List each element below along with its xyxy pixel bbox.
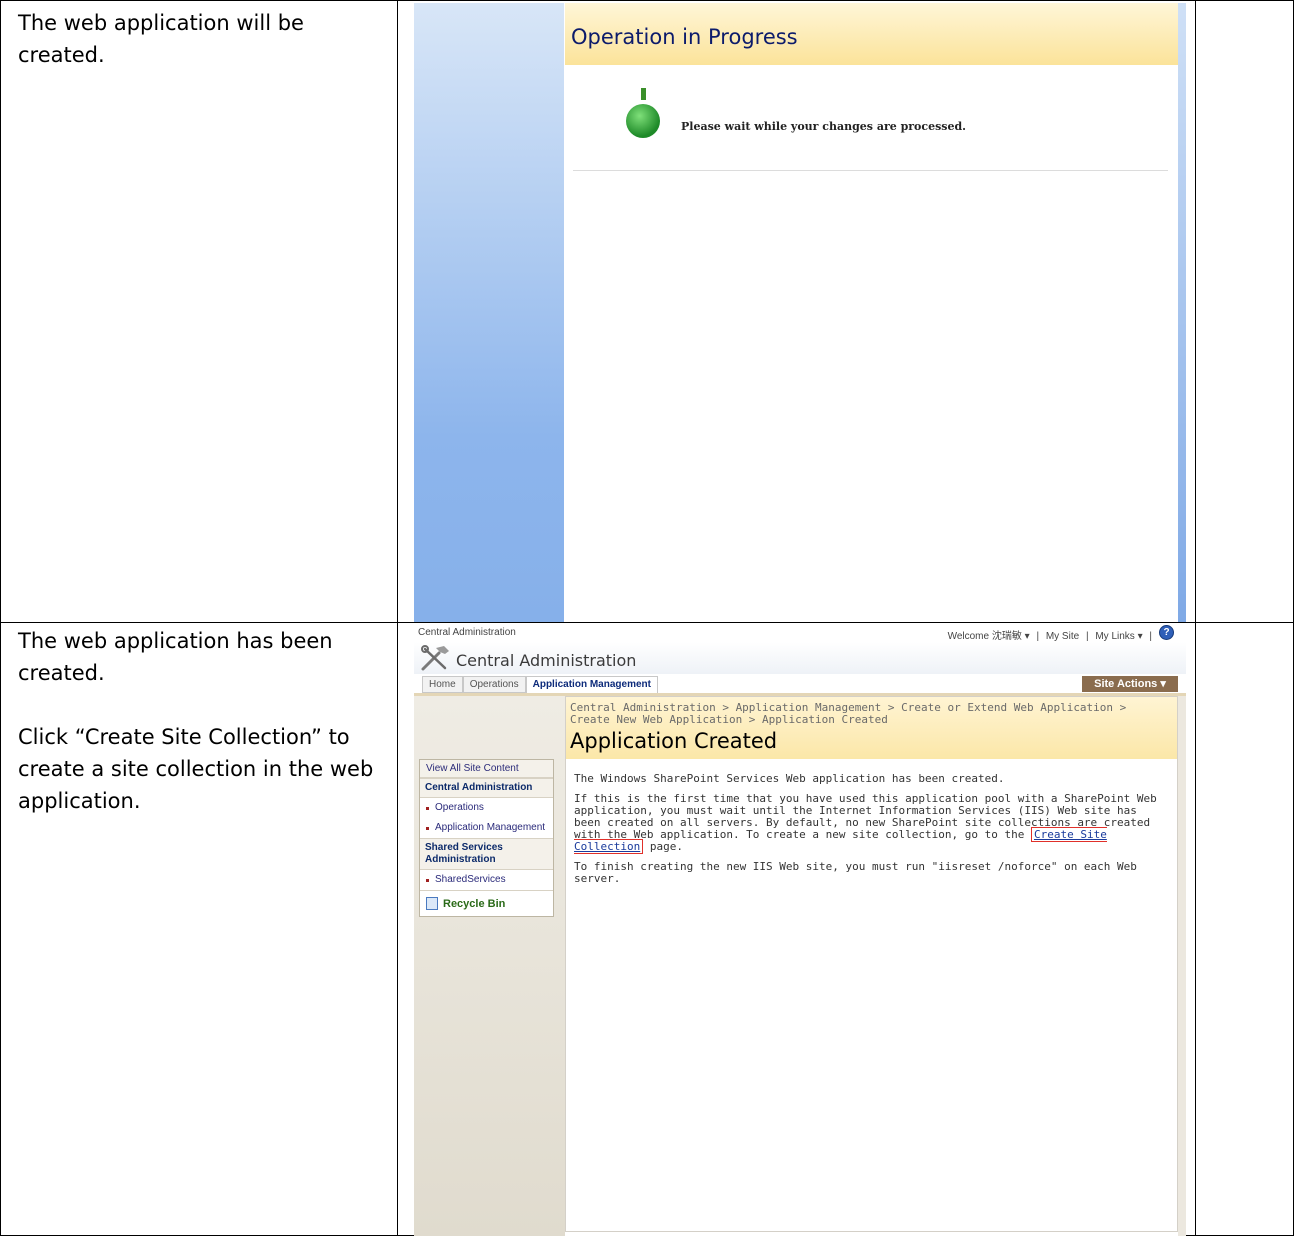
row2-instruction-text-1: The web application has been created. [18, 629, 333, 685]
page-header: Operation in Progress [565, 3, 1178, 65]
page-header: Central Administration > Application Man… [566, 697, 1177, 759]
top-nav-tabs: Home Operations Application Management [422, 676, 658, 693]
global-top-bar: Central Administration Welcome 沈瑞敏 ▾ | M… [414, 624, 1186, 642]
row1-instruction-text: The web application will be created. [18, 11, 304, 67]
left-gradient-panel [414, 3, 564, 622]
nav-item-application-management[interactable]: Application Management [420, 818, 553, 838]
nav-heading-shared-services-administration[interactable]: Shared Services Administration [420, 838, 553, 870]
operation-in-progress-screenshot: Operation in Progress Please wait while … [414, 3, 1186, 622]
recycle-bin-label: Recycle Bin [443, 897, 506, 910]
row2-instruction: The web application has been created. Cl… [18, 625, 388, 817]
body-paragraph-3: To finish creating the new IIS Web site,… [574, 860, 1137, 885]
site-title[interactable]: Central Administration [456, 651, 636, 670]
nav-item-label: Application Management [435, 822, 546, 833]
body-paragraph-2: If this is the first time that you have … [574, 793, 1169, 854]
nav-heading-central-administration[interactable]: Central Administration [420, 778, 553, 798]
tab-operations[interactable]: Operations [462, 676, 526, 693]
bullet-icon [426, 827, 429, 830]
column-divider-right [1195, 1, 1196, 1235]
my-site-link[interactable]: My Site [1046, 631, 1079, 642]
site-actions-button[interactable]: Site Actions ▾ [1082, 676, 1178, 692]
tools-icon [420, 644, 452, 677]
top-right-links: Welcome 沈瑞敏 ▾ | My Site | My Links ▾ | [947, 631, 1152, 642]
row-divider [1, 622, 1293, 623]
application-created-screenshot: Central Administration Welcome 沈瑞敏 ▾ | M… [414, 624, 1186, 1236]
main-panel: Operation in Progress Please wait while … [565, 3, 1178, 622]
row2-instruction-text-2: Click “Create Site Collection” to create… [18, 725, 374, 813]
main-content: Central Administration > Application Man… [565, 696, 1178, 1232]
top-crumb[interactable]: Central Administration [418, 627, 516, 638]
body-paragraph-2-end: page. [649, 840, 683, 853]
nav-item-label: Operations [435, 802, 484, 813]
bullet-icon [426, 807, 429, 810]
row1-instruction: The web application will be created. [18, 7, 388, 71]
right-gradient-bar [1178, 3, 1186, 622]
nav-item-label: SharedServices [435, 874, 506, 885]
recycle-bin-link[interactable]: Recycle Bin [420, 890, 553, 916]
my-links-menu[interactable]: My Links ▾ [1095, 631, 1142, 642]
column-divider-left [397, 1, 398, 1235]
recycle-bin-icon [426, 897, 438, 910]
wait-message: Please wait while your changes are proce… [681, 120, 966, 133]
help-icon[interactable]: ? [1159, 625, 1174, 640]
green-pin-icon [625, 88, 665, 153]
breadcrumb[interactable]: Central Administration > Application Man… [570, 702, 1160, 726]
view-all-site-content-link[interactable]: View All Site Content [420, 760, 553, 778]
page-body: The Windows SharePoint Services Web appl… [574, 773, 1169, 893]
page-title: Application Created [570, 729, 778, 753]
welcome-menu[interactable]: Welcome 沈瑞敏 ▾ [948, 631, 1030, 642]
quick-launch: View All Site Content Central Administra… [419, 759, 554, 917]
tab-application-management[interactable]: Application Management [525, 676, 658, 693]
tab-home[interactable]: Home [422, 676, 463, 693]
bullet-icon [426, 879, 429, 882]
page-title: Operation in Progress [571, 25, 798, 49]
body-paragraph-1: The Windows SharePoint Services Web appl… [574, 772, 1005, 785]
right-gutter [1178, 696, 1186, 1236]
nav-item-operations[interactable]: Operations [420, 798, 553, 818]
nav-item-sharedservices[interactable]: SharedServices [420, 870, 553, 890]
separator [573, 170, 1168, 171]
